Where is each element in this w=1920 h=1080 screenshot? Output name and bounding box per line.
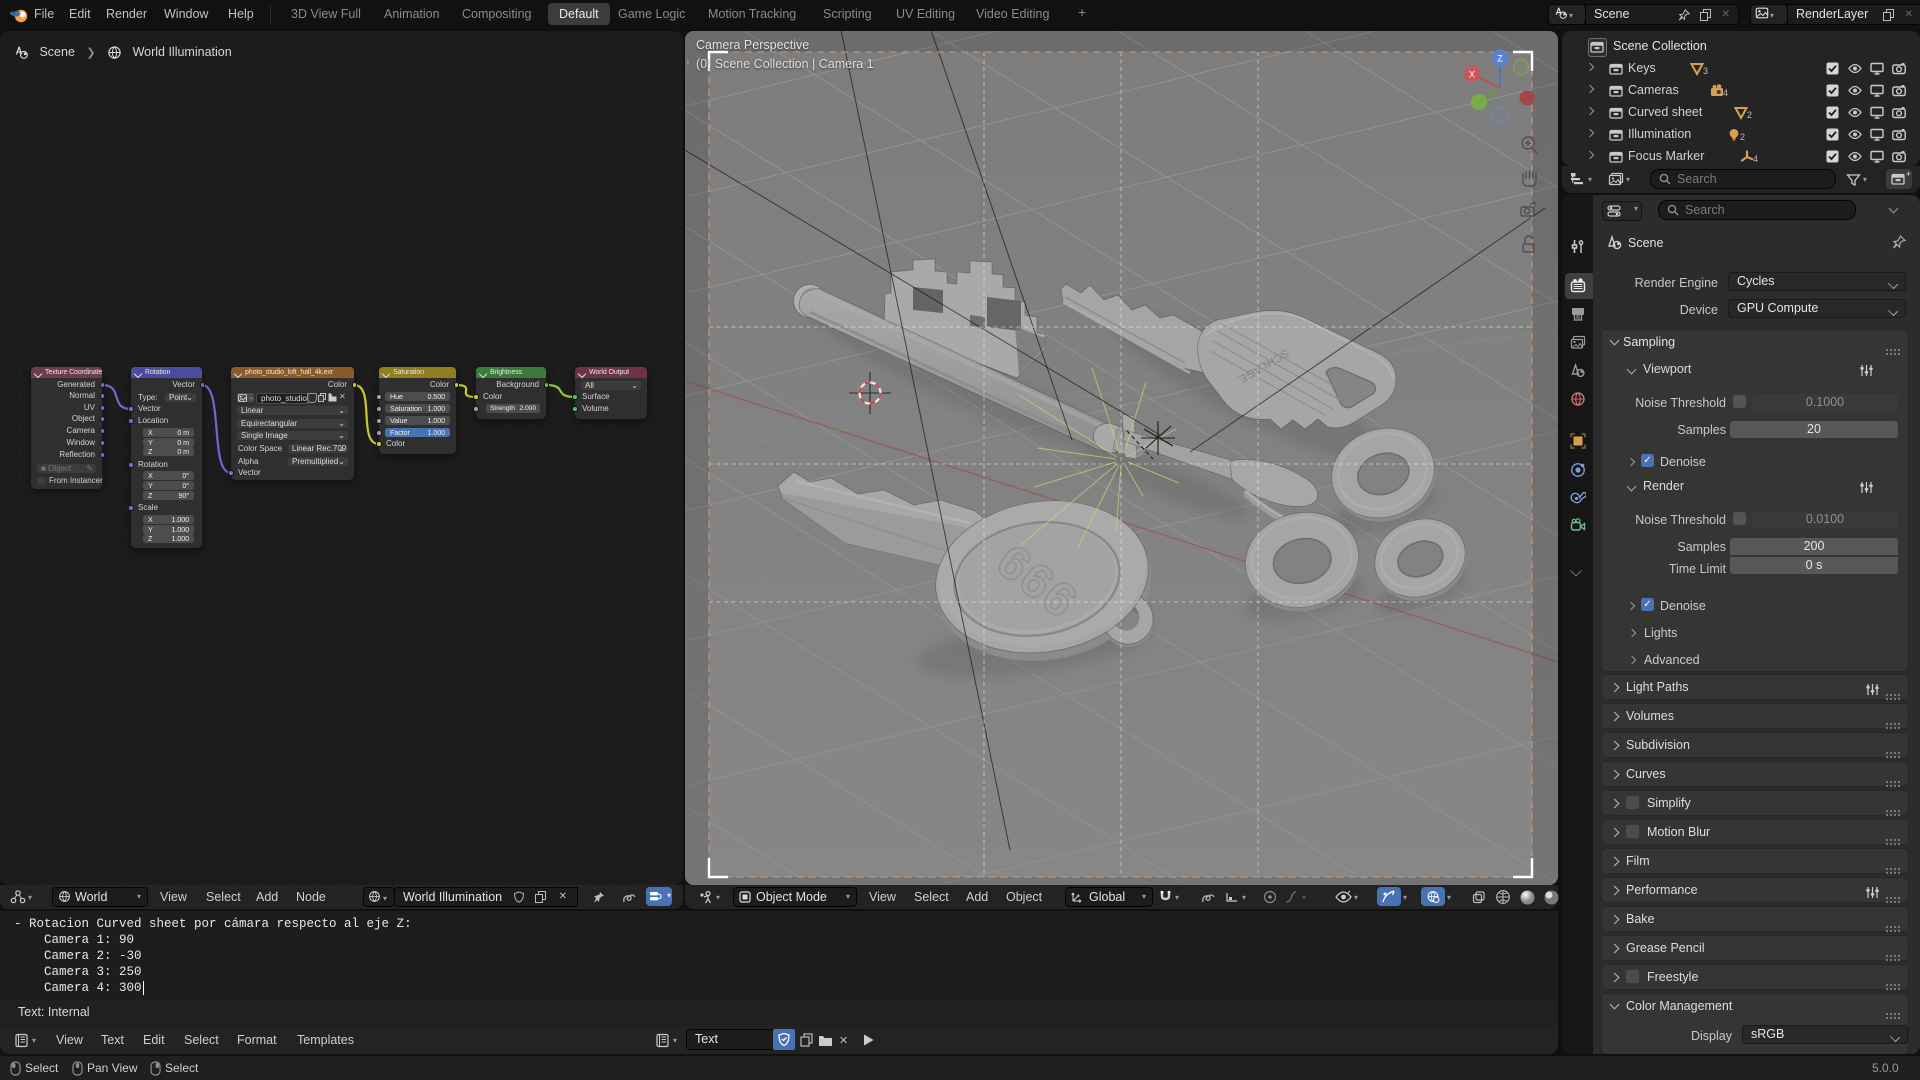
svg-text:X: X	[1469, 70, 1475, 80]
svg-text:Z: Z	[1497, 54, 1503, 64]
